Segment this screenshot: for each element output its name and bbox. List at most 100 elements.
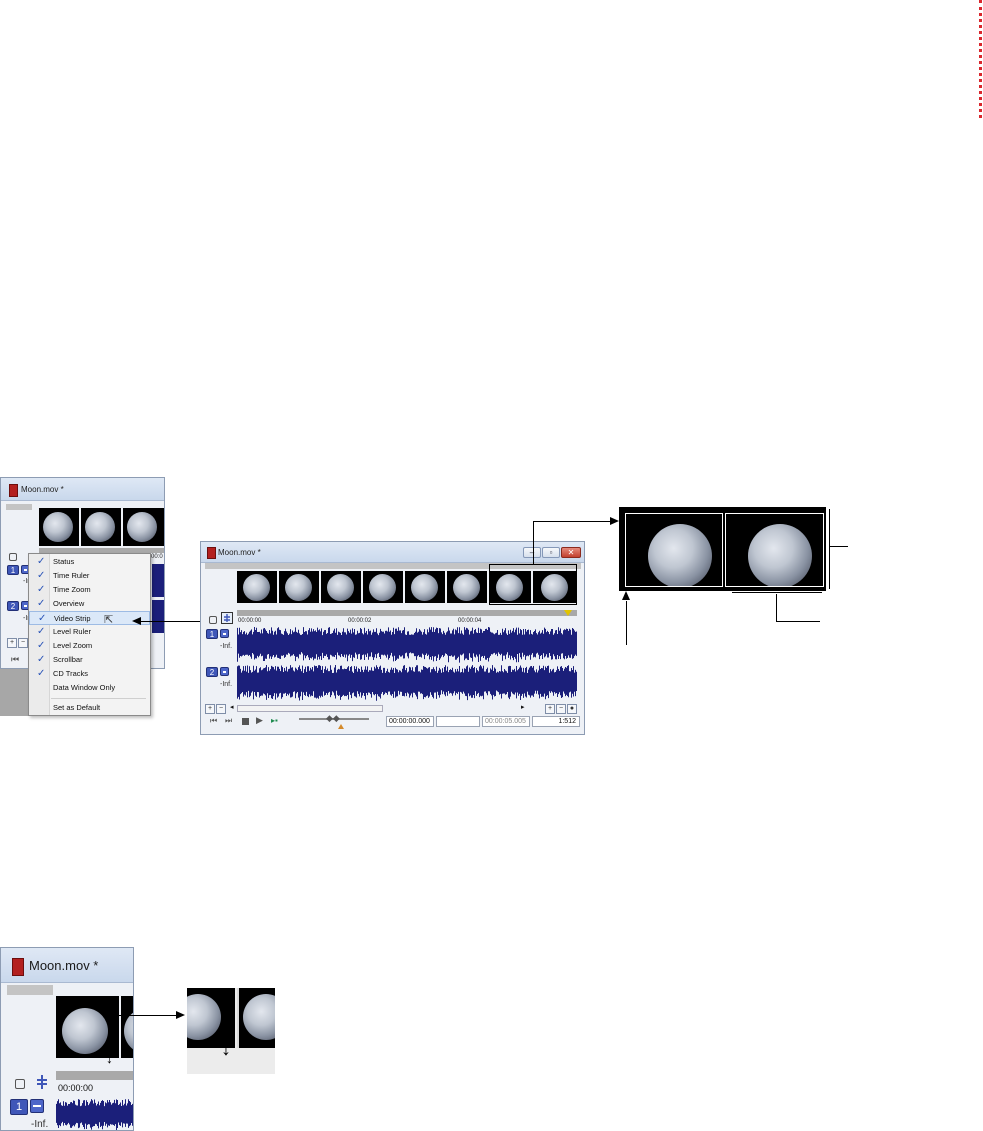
cursor-position-field[interactable]: 00:00:00.000 — [386, 716, 434, 727]
title-bar[interactable]: Moon.mov * — [1, 478, 164, 501]
video-frame — [121, 996, 133, 1058]
go-to-end-icon[interactable]: ⏭ — [225, 716, 232, 726]
menu-item-scrollbar[interactable]: ✓ Scrollbar — [29, 653, 150, 667]
callout-arrowhead — [132, 617, 141, 625]
zoom-out-button[interactable]: − — [18, 638, 28, 648]
track-1-number[interactable]: 1 — [10, 1099, 28, 1115]
resize-window: Moon.mov * ↕ 00:00:00 1 -Inf. — [0, 947, 134, 1131]
waveform-track-1[interactable] — [56, 1098, 134, 1131]
file-icon — [9, 484, 18, 497]
track-1-minimize-button[interactable] — [30, 1099, 44, 1113]
ruler-mark: 00:00:04 — [458, 618, 482, 624]
menu-item-status[interactable]: ✓ Status — [29, 555, 150, 569]
overview-bar[interactable] — [6, 504, 32, 510]
check-icon: ✓ — [37, 626, 46, 637]
window-title: Moon.mov * — [218, 548, 261, 557]
callout-arrowhead — [622, 591, 630, 600]
minimize-button[interactable]: – — [523, 547, 541, 558]
page-edge-marker — [979, 0, 982, 118]
maximize-button[interactable]: ▫ — [542, 547, 560, 558]
video-frame — [237, 988, 275, 1048]
track-view-icon[interactable] — [221, 612, 233, 624]
check-icon: ✓ — [37, 654, 46, 665]
track-2-number[interactable]: 2 — [7, 601, 19, 611]
scroll-left-icon[interactable]: ◂ — [230, 703, 234, 711]
file-icon — [12, 958, 24, 976]
title-bar[interactable]: Moon.mov * – ▫ ✕ — [201, 542, 584, 563]
bracket-line — [732, 592, 822, 593]
window-title: Moon.mov * — [21, 485, 64, 494]
menu-item-label: Video Strip — [54, 614, 91, 623]
track-2-number[interactable]: 2 — [206, 667, 218, 677]
play-icon[interactable]: ▶ — [256, 715, 263, 726]
overview-bar[interactable] — [7, 985, 53, 995]
zoomed-resize-detail: ↕ — [187, 988, 275, 1074]
zoom-in-button[interactable]: + — [7, 638, 17, 648]
ruler-mark: 00:00:00 — [58, 1083, 94, 1093]
view-context-menu: ✓ Status ✓ Time Ruler ✓ Time Zoom ✓ Overview… — [28, 553, 151, 716]
lock-icon[interactable] — [9, 553, 17, 561]
horizontal-scrollbar[interactable] — [237, 705, 383, 712]
level-zoom-out-button[interactable]: − — [556, 704, 566, 714]
callout-arrowhead — [176, 1011, 185, 1019]
menu-item-label: CD Tracks — [53, 669, 89, 678]
go-to-start-icon[interactable]: ⏮ — [210, 716, 217, 726]
menu-item-level-ruler[interactable]: ✓ Level Ruler — [29, 625, 150, 639]
go-to-start-icon[interactable]: ⏮ — [11, 654, 19, 665]
ruler-mark: 00:00:00 — [238, 618, 262, 624]
video-frame — [405, 571, 445, 603]
video-frame — [81, 508, 121, 546]
title-bar[interactable]: Moon.mov * — [1, 948, 133, 983]
callout-line — [533, 521, 534, 565]
time-ruler[interactable] — [56, 1071, 133, 1080]
track-view-icon[interactable] — [34, 1074, 50, 1090]
close-button[interactable]: ✕ — [561, 547, 581, 558]
zoom-out-button[interactable]: − — [216, 704, 226, 714]
menu-item-data-window-only[interactable]: Data Window Only — [29, 681, 150, 695]
play-all-icon[interactable]: ▸▪ — [271, 716, 278, 725]
track-1-number[interactable]: 1 — [7, 565, 19, 575]
length-field: 00:00:05.005 — [482, 716, 530, 727]
zoom-in-button[interactable]: + — [205, 704, 215, 714]
check-icon: ✓ — [37, 570, 46, 581]
menu-item-label: Scrollbar — [53, 655, 83, 664]
file-icon — [207, 547, 216, 559]
waveform-track-1[interactable] — [237, 626, 577, 664]
menu-item-overview[interactable]: ✓ Overview — [29, 597, 150, 611]
highlight-box — [489, 564, 577, 605]
menu-item-time-zoom[interactable]: ✓ Time Zoom — [29, 583, 150, 597]
main-window: Moon.mov * – ▫ ✕ 00:00:00 00:00:02 00:00… — [200, 541, 585, 735]
view-icon[interactable]: ● — [567, 704, 577, 714]
callout-line — [533, 521, 611, 522]
scroll-right-icon[interactable]: ▸ — [521, 703, 525, 711]
track-2-minimize-button[interactable] — [220, 667, 229, 676]
track-1-number[interactable]: 1 — [206, 629, 218, 639]
menu-item-level-zoom[interactable]: ✓ Level Zoom — [29, 639, 150, 653]
selection-field[interactable] — [436, 716, 480, 727]
stop-icon[interactable] — [242, 718, 249, 725]
track-1-level: -Inf. — [220, 643, 233, 650]
callout-line — [115, 1015, 177, 1016]
check-icon: ✓ — [37, 556, 46, 567]
track-1-minimize-button[interactable] — [220, 629, 229, 638]
shuttle-thumb-icon[interactable]: ◆◆ — [326, 713, 340, 724]
check-icon: ✓ — [37, 584, 46, 595]
menu-item-time-ruler[interactable]: ✓ Time Ruler — [29, 569, 150, 583]
track-2-level: -Inf. — [220, 681, 233, 688]
level-zoom-in-button[interactable]: + — [545, 704, 555, 714]
menu-item-set-as-default[interactable]: Set as Default — [29, 701, 150, 715]
callout-arrowhead — [610, 517, 619, 525]
bracket-line — [829, 509, 830, 589]
lock-icon[interactable] — [209, 616, 217, 624]
lock-icon[interactable] — [15, 1079, 25, 1089]
check-icon: ✓ — [37, 598, 46, 609]
video-frame — [321, 571, 361, 603]
waveform-track-1[interactable] — [152, 564, 165, 597]
bracket-line — [830, 546, 848, 547]
waveform-track-2[interactable] — [152, 600, 165, 633]
time-ruler[interactable] — [237, 610, 577, 616]
menu-item-cd-tracks[interactable]: ✓ CD Tracks — [29, 667, 150, 681]
ruler-partial-mark: 00:0 — [151, 554, 163, 560]
waveform-track-2[interactable] — [237, 664, 577, 702]
menu-item-label: Overview — [53, 599, 85, 608]
